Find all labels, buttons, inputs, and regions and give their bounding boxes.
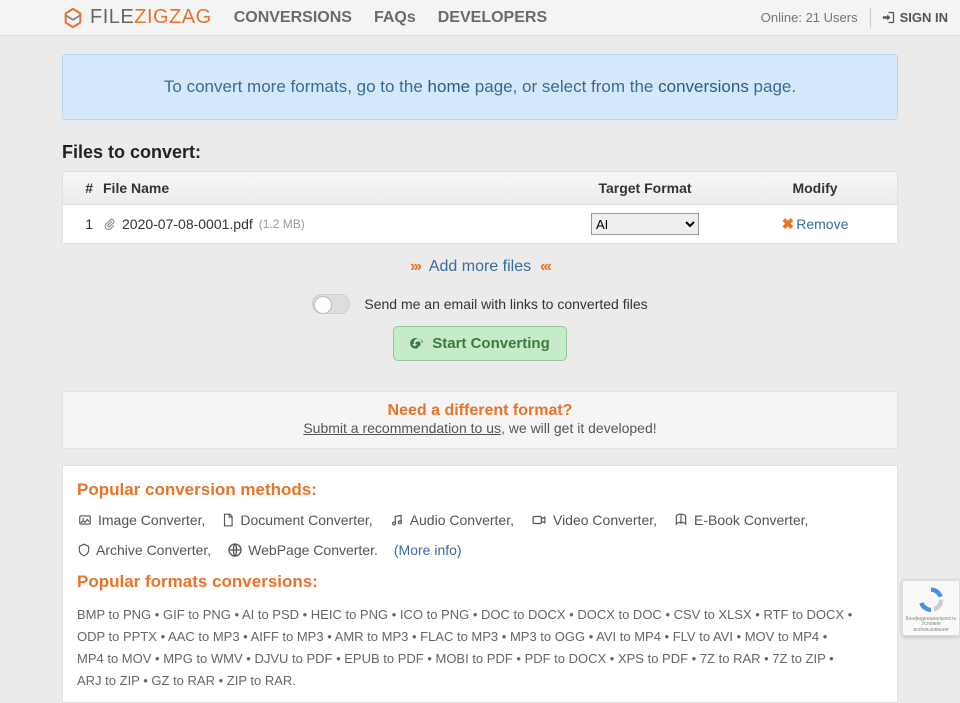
- nav-conversions[interactable]: CONVERSIONS: [234, 9, 352, 27]
- add-more-files[interactable]: ››› Add more files ‹‹‹: [62, 258, 898, 276]
- table-header: # File Name Target Format Modify: [63, 172, 897, 205]
- target-format-select[interactable]: AI: [591, 213, 699, 235]
- online-users: Online: 21 Users: [761, 10, 858, 25]
- format-link[interactable]: 7Z to ZIP: [772, 651, 825, 666]
- format-link[interactable]: AAC to MP3: [168, 629, 240, 644]
- format-link[interactable]: AVI to MP4: [596, 629, 661, 644]
- divider: [870, 8, 871, 28]
- format-link[interactable]: GIF to PNG: [163, 607, 231, 622]
- add-more-label: Add more files: [429, 258, 531, 275]
- info-banner: To convert more formats, go to the home …: [62, 54, 898, 120]
- nav-developers[interactable]: DEVELOPERS: [438, 9, 547, 27]
- converter-list: Image Converter, Document Converter, Audio…: [77, 512, 883, 558]
- format-link[interactable]: RTF to DOCX: [763, 607, 844, 622]
- format-link[interactable]: MPG to WMV: [163, 651, 242, 666]
- format-link[interactable]: MOBI to PDF: [435, 651, 512, 666]
- format-link[interactable]: HEIC to PNG: [311, 607, 388, 622]
- format-link[interactable]: MP3 to OGG: [510, 629, 585, 644]
- converter-link[interactable]: E-Book Converter,: [673, 512, 808, 528]
- chevrons-left-icon: ‹‹‹: [540, 258, 550, 275]
- start-converting-button[interactable]: Start Converting: [393, 326, 567, 361]
- nav-faqs[interactable]: FAQs: [374, 9, 416, 27]
- sign-in-label: SIGN IN: [900, 10, 948, 25]
- need-title: Need a different format?: [63, 402, 897, 420]
- converter-link[interactable]: Archive Converter,: [77, 542, 211, 558]
- files-table: # File Name Target Format Modify 1 2020-…: [62, 171, 898, 244]
- format-link[interactable]: 7Z to RAR: [700, 651, 761, 666]
- table-row: 1 2020-07-08-0001.pdf (1.2 MB) AI ✖Remov…: [63, 205, 897, 243]
- format-link[interactable]: ODP to PPTX: [77, 629, 157, 644]
- popular-box: Popular conversion methods: Image Conver…: [62, 465, 898, 703]
- logo-text-file: FILE: [90, 6, 134, 28]
- format-link[interactable]: DJVU to PDF: [254, 651, 332, 666]
- remove-label: Remove: [796, 216, 848, 232]
- col-modify: Modify: [745, 180, 885, 196]
- logo-icon: [62, 7, 84, 29]
- email-toggle[interactable]: [312, 294, 350, 314]
- topbar: FILEZIGZAG CONVERSIONS FAQs DEVELOPERS O…: [0, 0, 960, 36]
- popular-methods-title: Popular conversion methods:: [77, 480, 883, 500]
- converter-link[interactable]: Document Converter,: [221, 512, 372, 528]
- remove-button[interactable]: ✖Remove: [782, 216, 849, 232]
- format-link[interactable]: AIFF to MP3: [251, 629, 324, 644]
- format-link[interactable]: ARJ to ZIP: [77, 673, 140, 688]
- format-link[interactable]: DOCX to DOC: [577, 607, 662, 622]
- submit-recommendation-link[interactable]: Submit a recommendation to us: [303, 420, 501, 436]
- format-link[interactable]: ICO to PNG: [400, 607, 469, 622]
- attachment-icon: [103, 218, 116, 231]
- logo-text-zigzag: ZIGZAG: [134, 6, 211, 28]
- col-target: Target Format: [545, 180, 745, 196]
- format-link[interactable]: EPUB to PDF: [344, 651, 423, 666]
- home-link[interactable]: home: [428, 77, 471, 96]
- file-name: 2020-07-08-0001.pdf: [122, 216, 253, 232]
- converter-link[interactable]: WebPage Converter.: [227, 542, 378, 558]
- sign-in-button[interactable]: SIGN IN: [881, 10, 948, 25]
- start-label: Start Converting: [432, 335, 550, 352]
- more-info-link[interactable]: (More info): [394, 542, 462, 558]
- remove-icon: ✖: [782, 216, 795, 233]
- format-link[interactable]: AMR to MP3: [335, 629, 409, 644]
- conversions-link[interactable]: conversions: [658, 77, 749, 96]
- email-label: Send me an email with links to converted…: [364, 296, 647, 312]
- recaptcha-icon: [916, 585, 946, 615]
- convert-icon: [410, 336, 426, 352]
- format-link[interactable]: BMP to PNG: [77, 607, 151, 622]
- files-heading: Files to convert:: [62, 142, 898, 163]
- converter-link[interactable]: Audio Converter,: [389, 512, 514, 528]
- signin-icon: [881, 10, 896, 25]
- popular-formats-title: Popular formats conversions:: [77, 572, 883, 592]
- recaptcha-text: КонфиденциальностьУсловия использования: [905, 617, 957, 634]
- email-option-row: Send me an email with links to converted…: [62, 294, 898, 314]
- format-link[interactable]: FLAC to MP3: [420, 629, 498, 644]
- file-size: (1.2 MB): [259, 217, 305, 231]
- format-link[interactable]: MP4 to MOV: [77, 651, 151, 666]
- format-link[interactable]: CSV to XLSX: [674, 607, 752, 622]
- row-index: 1: [75, 216, 103, 232]
- need-format-box: Need a different format? Submit a recomm…: [62, 391, 898, 449]
- format-link[interactable]: XPS to PDF: [618, 651, 688, 666]
- formats-cloud: BMP to PNG • GIF to PNG • AI to PSD • HE…: [77, 604, 883, 692]
- converter-link[interactable]: Image Converter,: [77, 512, 205, 528]
- format-link[interactable]: DOC to DOCX: [481, 607, 566, 622]
- recaptcha-badge[interactable]: КонфиденциальностьУсловия использования: [902, 580, 960, 636]
- format-link[interactable]: FLV to AVI: [673, 629, 733, 644]
- converter-link[interactable]: Video Converter,: [530, 512, 657, 528]
- col-index: #: [75, 180, 103, 196]
- main-nav: CONVERSIONS FAQs DEVELOPERS: [234, 9, 547, 27]
- logo[interactable]: FILEZIGZAG: [62, 6, 212, 29]
- chevrons-right-icon: ›››: [410, 258, 420, 275]
- format-link[interactable]: GZ to RAR: [151, 673, 215, 688]
- format-link[interactable]: PDF to DOCX: [525, 651, 607, 666]
- format-link[interactable]: ZIP to RAR: [227, 673, 293, 688]
- format-link[interactable]: AI to PSD: [242, 607, 299, 622]
- format-link[interactable]: MOV to MP4: [745, 629, 819, 644]
- col-filename: File Name: [103, 180, 545, 196]
